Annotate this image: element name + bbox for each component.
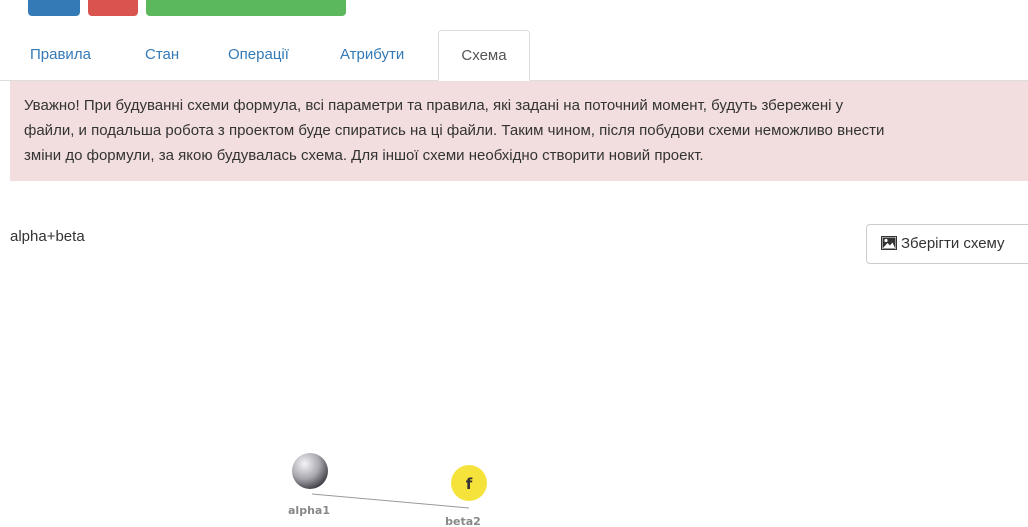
tab-state[interactable]: Стан — [145, 30, 179, 80]
function-icon: f — [466, 475, 473, 493]
toolbar-green-button[interactable] — [146, 0, 346, 16]
tab-attributes[interactable]: Атрибути — [340, 30, 404, 80]
top-toolbar — [0, 0, 1028, 18]
node-beta2-label: beta2 — [445, 515, 481, 527]
graph-edge — [311, 493, 470, 509]
tab-bar: Правила Стан Операції Атрибути Схема — [0, 30, 1028, 81]
toolbar-blue-button[interactable] — [28, 0, 80, 16]
toolbar-red-button[interactable] — [88, 0, 138, 16]
save-scheme-label: Зберігти схему — [901, 235, 1005, 252]
alert-line-2: файли, и подальша робота з проектом буде… — [24, 122, 885, 139]
node-alpha1-sphere[interactable] — [292, 453, 328, 489]
formula-text: alpha+beta — [10, 228, 85, 245]
scheme-graph: alpha1 f beta2 — [288, 453, 487, 527]
tab-rules[interactable]: Правила — [30, 30, 91, 80]
alert-line-3: зміни до формули, за якою будувалась схе… — [24, 147, 704, 164]
tab-scheme[interactable]: Схема — [438, 30, 530, 81]
node-alpha1-label: alpha1 — [288, 504, 330, 517]
save-scheme-button[interactable]: Зберігти схему — [866, 224, 1028, 264]
image-icon — [881, 227, 897, 265]
alert-line-1: Уважно! При будуванні схеми формула, всі… — [24, 97, 844, 114]
tab-operations[interactable]: Операції — [228, 30, 289, 80]
warning-alert: Уважно! При будуванні схеми формула, всі… — [10, 81, 1028, 181]
